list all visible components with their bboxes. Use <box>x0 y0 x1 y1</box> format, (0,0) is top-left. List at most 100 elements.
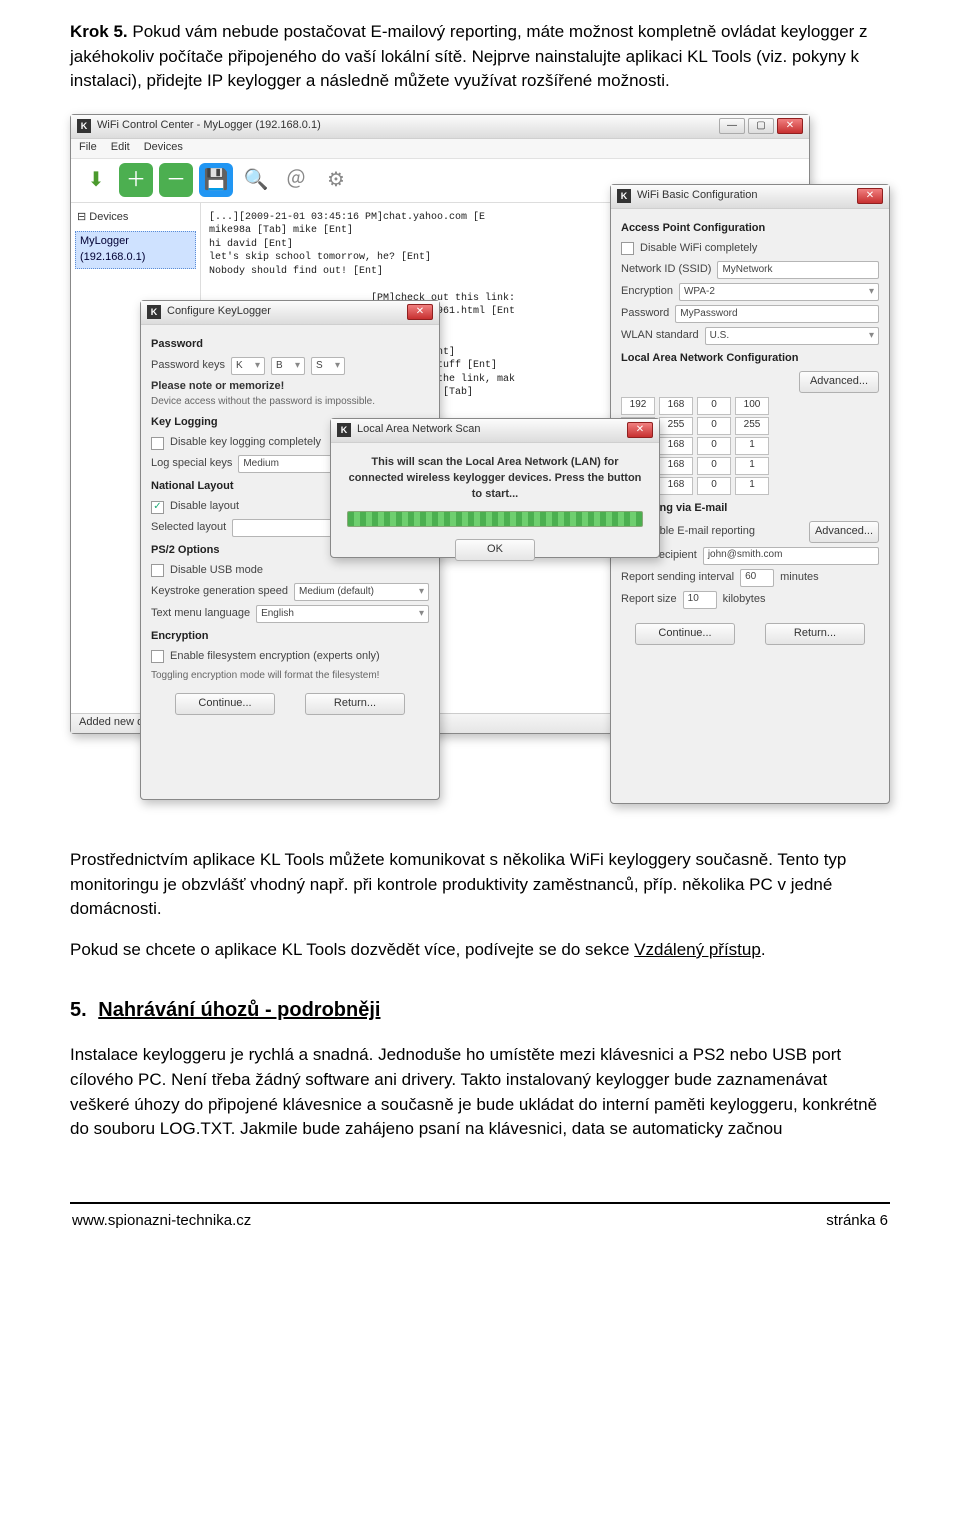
main-title: WiFi Control Center - MyLogger (192.168.… <box>97 118 716 134</box>
enable-enc-checkbox[interactable] <box>151 650 164 663</box>
log-special-label: Log special keys <box>151 456 232 472</box>
ip-octet[interactable]: 168 <box>659 457 693 475</box>
pw-label: Password <box>621 306 669 322</box>
ip-octet[interactable]: 192 <box>621 397 655 415</box>
email-advanced-button[interactable]: Advanced... <box>809 521 879 543</box>
encryption-label: Encryption <box>621 284 673 300</box>
lang-select[interactable]: English <box>256 605 429 623</box>
search-icon[interactable]: 🔍 <box>239 163 273 197</box>
ip-octet[interactable]: 0 <box>697 437 731 455</box>
configure-continue-button[interactable]: Continue... <box>175 693 275 715</box>
ip-row: 1921680100 <box>621 397 879 415</box>
email-icon[interactable]: ＠ <box>279 163 313 197</box>
save-icon[interactable]: 💾 <box>199 163 233 197</box>
close-icon[interactable]: ✕ <box>857 188 883 204</box>
ip-octet[interactable]: 255 <box>735 417 769 435</box>
section-5-heading: 5. Nahrávání úhozů - podrobněji <box>70 996 890 1025</box>
disable-layout-checkbox[interactable]: ✓ <box>151 501 164 514</box>
ip-octet[interactable]: 1 <box>735 477 769 495</box>
size-input[interactable]: 10 <box>683 591 717 609</box>
ssid-label: Network ID (SSID) <box>621 262 711 278</box>
section-title: Nahrávání úhozů - podrobněji <box>98 999 380 1021</box>
ip-octet[interactable]: 0 <box>697 397 731 415</box>
ip-octet[interactable]: 1 <box>735 437 769 455</box>
menu-file[interactable]: File <box>79 140 97 156</box>
size-unit: kilobytes <box>723 592 766 608</box>
minimize-button[interactable]: — <box>719 118 745 134</box>
p2a: Pokud se chcete o aplikace KL Tools dozv… <box>70 940 634 959</box>
gen-speed-label: Keystroke generation speed <box>151 584 288 600</box>
configure-return-button[interactable]: Return... <box>305 693 405 715</box>
ip-octet[interactable]: 168 <box>659 477 693 495</box>
disable-wifi-label: Disable WiFi completely <box>640 241 757 257</box>
password-heading: Password <box>151 337 429 353</box>
app-icon: K <box>147 305 161 319</box>
wifi-return-button[interactable]: Return... <box>765 623 865 645</box>
password-keys-label: Password keys <box>151 358 225 374</box>
ssid-input[interactable]: MyNetwork <box>717 261 879 279</box>
disable-keylog-checkbox[interactable] <box>151 437 164 450</box>
wlan-select[interactable]: U.S. <box>705 327 879 345</box>
menu-edit[interactable]: Edit <box>111 140 130 156</box>
encryption-select[interactable]: WPA-2 <box>679 283 879 301</box>
tree-root[interactable]: ⊟ Devices <box>75 207 196 229</box>
remove-icon[interactable]: － <box>159 163 193 197</box>
disable-layout-label: Disable layout <box>170 499 239 515</box>
ip-octet[interactable]: 100 <box>735 397 769 415</box>
pwkey-3[interactable]: S <box>311 357 345 375</box>
lan-advanced-button[interactable]: Advanced... <box>799 371 879 393</box>
note-heading: Please note or memorize! <box>151 379 429 395</box>
page-footer: www.spionazni-technika.cz stránka 6 <box>70 1202 890 1252</box>
wifi-title: WiFi Basic Configuration <box>637 188 854 204</box>
footer-site-link[interactable]: www.spionazni-technika.cz <box>72 1210 251 1232</box>
pw-input[interactable]: MyPassword <box>675 305 879 323</box>
app-icon: K <box>617 189 631 203</box>
ip-octet[interactable]: 168 <box>659 397 693 415</box>
lan-heading: Local Area Network Configuration <box>621 351 879 367</box>
wifi-continue-button[interactable]: Continue... <box>635 623 735 645</box>
disable-wifi-checkbox[interactable] <box>621 242 634 255</box>
settings-icon[interactable]: ⚙ <box>319 163 353 197</box>
menu-devices[interactable]: Devices <box>144 140 183 156</box>
ip-octet[interactable]: 168 <box>659 437 693 455</box>
selected-layout-label: Selected layout <box>151 520 226 536</box>
close-icon[interactable]: ✕ <box>407 304 433 320</box>
progress-bar <box>347 511 643 527</box>
ip-octet[interactable]: 1 <box>735 457 769 475</box>
close-button[interactable]: ✕ <box>777 118 803 134</box>
gen-speed-select[interactable]: Medium (default) <box>294 583 429 601</box>
intro-paragraph: Krok 5. Pokud vám nebude postačovat E-ma… <box>70 20 890 94</box>
ip-octet[interactable]: 0 <box>697 477 731 495</box>
recipient-input[interactable]: john@smith.com <box>703 547 879 565</box>
lang-label: Text menu language <box>151 606 250 622</box>
lan-scan-dialog: K Local Area Network Scan ✕ This will sc… <box>330 418 660 558</box>
pwkey-1[interactable]: K <box>231 357 265 375</box>
ip-octet[interactable]: 255 <box>659 417 693 435</box>
app-icon: K <box>77 119 91 133</box>
p2b: . <box>761 940 766 959</box>
enable-enc-label: Enable filesystem encryption (experts on… <box>170 649 380 665</box>
interval-input[interactable]: 60 <box>740 569 774 587</box>
note-body: Device access without the password is im… <box>151 395 429 410</box>
post-shot-p1: Prostřednictvím aplikace KL Tools můžete… <box>70 848 890 922</box>
tree-selected-item[interactable]: MyLogger (192.168.0.1) <box>75 231 196 269</box>
remote-access-link[interactable]: Vzdálený přístup <box>634 940 761 959</box>
main-titlebar: K WiFi Control Center - MyLogger (192.16… <box>71 115 809 139</box>
ok-button[interactable]: OK <box>455 539 535 561</box>
footer-page: stránka 6 <box>826 1210 888 1232</box>
ip-octet[interactable]: 0 <box>697 417 731 435</box>
add-icon[interactable]: ＋ <box>119 163 153 197</box>
pwkey-2[interactable]: B <box>271 357 305 375</box>
menubar: File Edit Devices <box>71 139 809 159</box>
close-icon[interactable]: ✕ <box>627 422 653 438</box>
enc-warning: Toggling encryption mode will format the… <box>151 669 429 684</box>
disable-usb-label: Disable USB mode <box>170 563 263 579</box>
intro-text: Pokud vám nebude postačovat E-mailový re… <box>70 22 868 90</box>
disable-usb-checkbox[interactable] <box>151 564 164 577</box>
maximize-button[interactable]: ▢ <box>748 118 774 134</box>
ap-heading: Access Point Configuration <box>621 221 879 237</box>
disable-keylog-label: Disable key logging completely <box>170 435 321 451</box>
configure-title: Configure KeyLogger <box>167 304 404 320</box>
download-icon[interactable]: ⬇ <box>79 163 113 197</box>
ip-octet[interactable]: 0 <box>697 457 731 475</box>
